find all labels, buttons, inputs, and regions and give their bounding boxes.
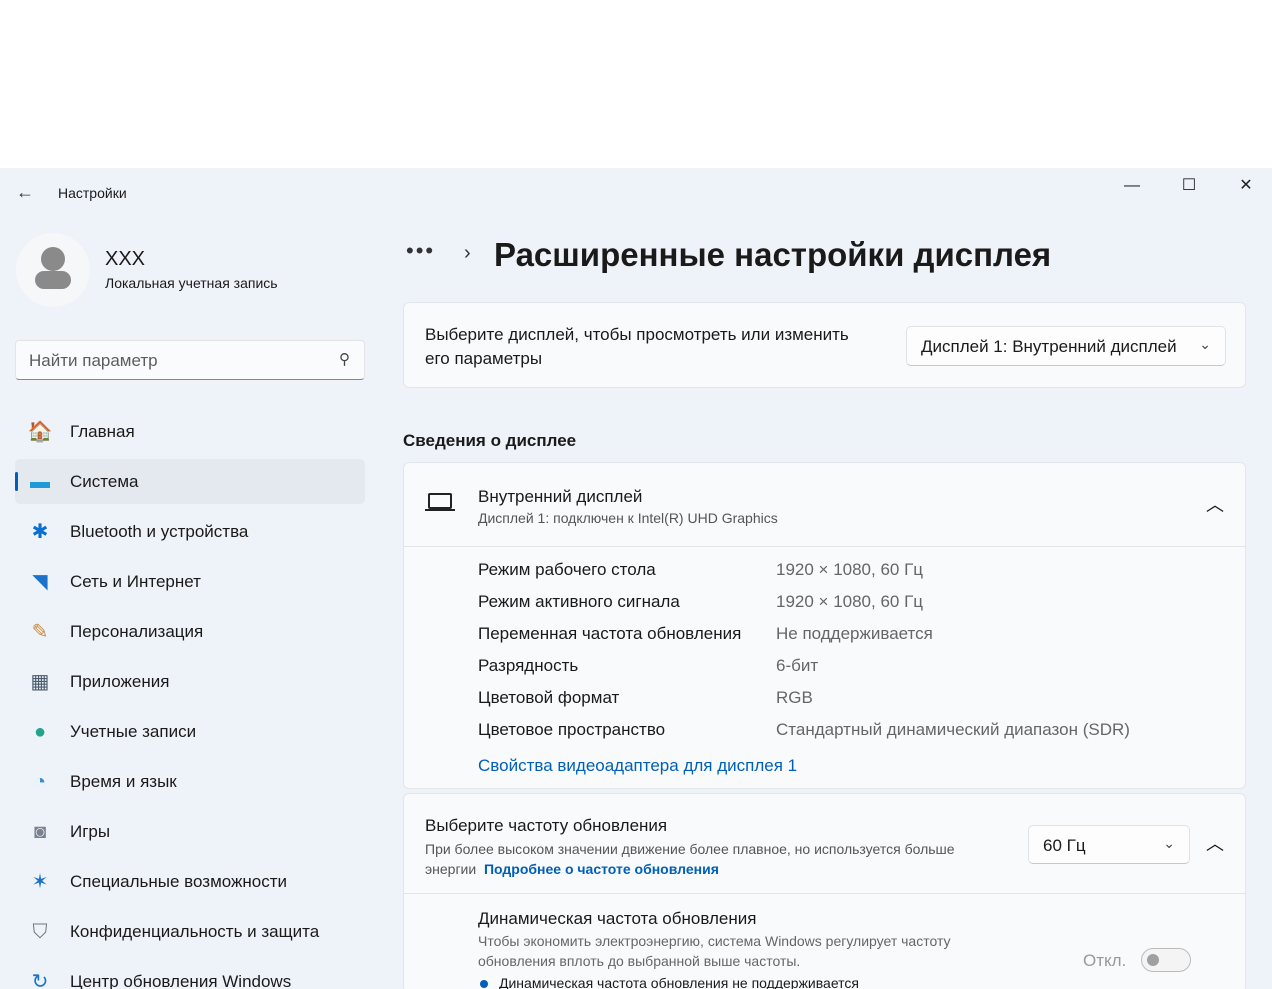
refresh-rate-header: Выберите частоту обновления При более вы…: [404, 794, 1245, 894]
chevron-right-icon: ›: [464, 242, 471, 264]
sidebar-item-label: Игры: [70, 822, 111, 841]
display-info-header[interactable]: Внутренний дисплей Дисплей 1: подключен …: [404, 463, 1245, 547]
close-button[interactable]: ✕: [1218, 172, 1272, 200]
dynamic-refresh-title: Динамическая частота обновления: [478, 909, 757, 928]
toggle-state-label: Откл.: [1083, 951, 1127, 970]
info-row-label: Переменная частота обновления: [478, 624, 742, 643]
chevron-up-icon[interactable]: ︿: [1206, 491, 1224, 517]
dynamic-refresh-note: Динамическая частота обновления не подде…: [499, 975, 859, 989]
info-row-label: Режим рабочего стола: [478, 560, 656, 579]
sidebar-item-label: Конфиденциальность и защита: [70, 922, 320, 941]
refresh-learn-more-link[interactable]: Подробнее о частоте обновления: [484, 861, 719, 877]
home-icon: 🏠: [27, 421, 53, 443]
chevron-down-icon: ⌄: [1163, 835, 1175, 851]
sidebar-item-11[interactable]: ↻ Центр обновления Windows: [15, 959, 365, 989]
sidebar-item-label: Сеть и Интернет: [70, 572, 201, 591]
sidebar-item-1[interactable]: ▬ Система: [15, 459, 365, 504]
wifi-icon: ◥: [32, 571, 48, 593]
sidebar-item-10[interactable]: ⛉ Конфиденциальность и защита: [15, 909, 365, 954]
chevron-up-icon[interactable]: ︿: [1206, 830, 1224, 856]
sidebar-item-label: Bluetooth и устройства: [70, 522, 249, 541]
refresh-rate-card: Выберите частоту обновления При более вы…: [403, 793, 1246, 989]
sidebar-item-label: Главная: [70, 422, 135, 441]
info-row-value: 1920 × 1080, 60 Гц: [776, 592, 924, 611]
sidebar-item-label: Специальные возможности: [70, 872, 288, 891]
time-language-icon: ◔: [33, 771, 47, 793]
gaming-icon: ◙: [33, 821, 47, 843]
user-name: XXX: [105, 248, 146, 270]
settings-window: ← Настройки — ☐ ✕ XXX Локальная учетная …: [0, 168, 1272, 989]
minimize-button[interactable]: —: [1104, 172, 1160, 200]
refresh-rate-value: 60 Гц: [1043, 836, 1086, 855]
display-dropdown[interactable]: Дисплей 1: Внутренний дисплей ⌄: [906, 326, 1226, 366]
refresh-desc: При более высоком значении движение боле…: [425, 839, 1005, 879]
refresh-rate-dropdown[interactable]: 60 Гц ⌄: [1028, 825, 1190, 864]
search-icon: ⚲: [339, 351, 350, 368]
info-row-label: Разрядность: [478, 656, 579, 675]
info-row-value: 1920 × 1080, 60 Гц: [776, 560, 924, 579]
sidebar-item-label: Персонализация: [70, 622, 204, 641]
update-icon: ↻: [31, 971, 49, 989]
sidebar-item-label: Приложения: [70, 672, 170, 691]
select-display-card: Выберите дисплей, чтобы просмотреть или …: [403, 302, 1246, 388]
sidebar-item-6[interactable]: ● Учетные записи: [15, 709, 365, 754]
laptop-icon: [428, 493, 452, 509]
accounts-icon: ●: [33, 721, 47, 743]
sidebar-item-label: Система: [70, 472, 139, 491]
bluetooth-icon: ✱: [31, 521, 49, 543]
chevron-down-icon: ⌄: [1199, 336, 1211, 352]
display-info-card: Внутренний дисплей Дисплей 1: подключен …: [403, 462, 1246, 789]
info-row-label: Цветовой формат: [478, 688, 620, 707]
back-button[interactable]: ←: [16, 182, 34, 203]
sidebar-item-label: Центр обновления Windows: [70, 972, 292, 989]
select-display-text: Выберите дисплей, чтобы просмотреть или …: [425, 325, 849, 368]
sidebar-item-2[interactable]: ✱ Bluetooth и устройства: [15, 509, 365, 554]
info-row-value: Не поддерживается: [776, 624, 933, 643]
info-row-value: 6-бит: [776, 656, 819, 675]
sidebar-item-7[interactable]: ◔ Время и язык: [15, 759, 365, 804]
info-icon: [480, 980, 488, 988]
brush-icon: ✎: [31, 621, 49, 643]
sidebar-item-label: Время и язык: [70, 772, 177, 791]
sidebar-item-8[interactable]: ◙ Игры: [15, 809, 365, 854]
adapter-properties-link[interactable]: Свойства видеоадаптера для дисплея 1: [478, 756, 797, 776]
sidebar-item-3[interactable]: ◥ Сеть и Интернет: [15, 559, 365, 604]
info-row-label: Режим активного сигнала: [478, 592, 680, 611]
maximize-button[interactable]: ☐: [1161, 172, 1217, 200]
accessibility-icon: ✶: [31, 871, 49, 893]
display-name: Внутренний дисплей: [478, 487, 643, 506]
dynamic-refresh-toggle[interactable]: [1141, 948, 1191, 972]
display-dropdown-value: Дисплей 1: Внутренний дисплей: [921, 337, 1177, 356]
info-row-value: RGB: [776, 688, 813, 707]
laptop-base: [425, 509, 455, 511]
avatar[interactable]: [16, 233, 90, 307]
info-row-label: Цветовое пространство: [478, 720, 666, 739]
account-type: Локальная учетная запись: [105, 275, 278, 291]
sidebar-item-5[interactable]: ▦ Приложения: [15, 659, 365, 704]
sidebar-item-9[interactable]: ✶ Специальные возможности: [15, 859, 365, 904]
sidebar-item-4[interactable]: ✎ Персонализация: [15, 609, 365, 654]
search-input[interactable]: Найти параметр ⚲: [15, 340, 365, 380]
window-title: Настройки: [58, 185, 127, 201]
search-placeholder: Найти параметр: [29, 351, 158, 370]
display-subtitle: Дисплей 1: подключен к Intel(R) UHD Grap…: [478, 510, 778, 526]
system-icon: ▬: [30, 471, 50, 493]
refresh-title: Выберите частоту обновления: [425, 816, 668, 835]
page-title: Расширенные настройки дисплея: [494, 236, 1052, 273]
section-title: Сведения о дисплее: [403, 431, 577, 450]
info-row-value: Стандартный динамический диапазон (SDR): [776, 720, 1130, 739]
breadcrumb-more[interactable]: •••: [406, 238, 435, 264]
sidebar-item-label: Учетные записи: [70, 722, 197, 741]
apps-icon: ▦: [30, 671, 50, 693]
sidebar-item-0[interactable]: 🏠 Главная: [15, 409, 365, 454]
shield-icon: ⛉: [32, 921, 48, 943]
dynamic-refresh-desc: Чтобы экономить электроэнергию, система …: [478, 933, 951, 969]
